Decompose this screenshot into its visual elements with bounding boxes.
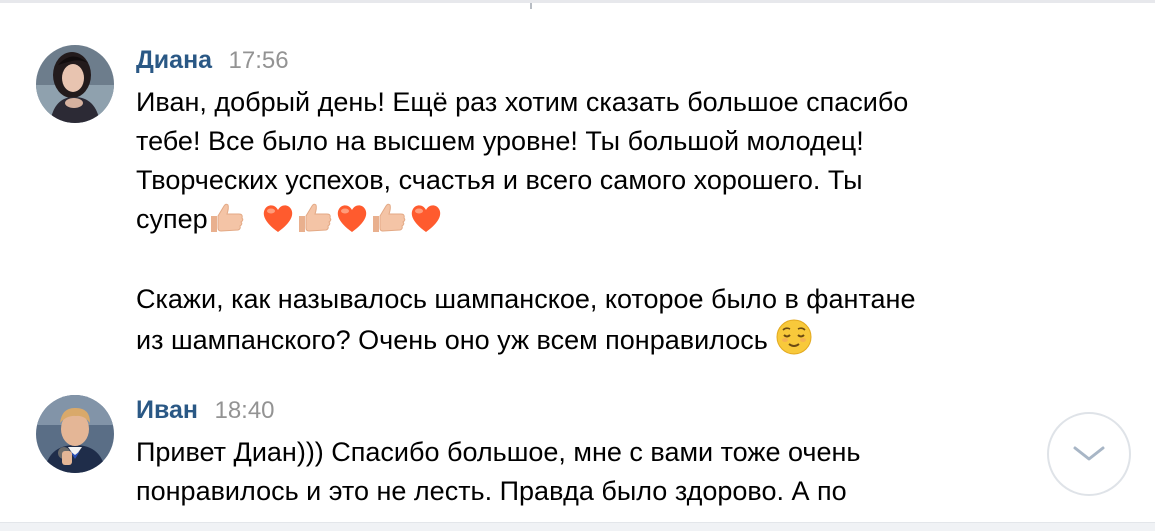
message-text: Привет Диан))) Спасибо большое, мне с ва… bbox=[136, 433, 986, 511]
message-paragraph: Скажи, как называлось шампанское, которо… bbox=[136, 280, 986, 360]
heart-icon bbox=[334, 202, 370, 234]
thumbs-up-icon bbox=[209, 202, 245, 234]
message-paragraph: Иван, добрый день! Ещё раз хотим сказать… bbox=[136, 83, 986, 239]
message-time[interactable]: 17:56 bbox=[229, 47, 289, 74]
chevron-down-icon bbox=[1073, 446, 1105, 461]
avatar[interactable] bbox=[36, 395, 114, 473]
heart-icon bbox=[260, 202, 296, 234]
scroll-down-button[interactable] bbox=[1047, 412, 1131, 496]
avatar[interactable] bbox=[36, 45, 114, 123]
thumbs-up-icon bbox=[297, 202, 333, 234]
top-divider bbox=[0, 0, 1155, 3]
text-line: супер bbox=[136, 204, 208, 234]
user-avatar-icon bbox=[36, 395, 114, 473]
text-line: Скажи, как называлось шампанское, которо… bbox=[136, 284, 916, 314]
message-time[interactable]: 18:40 bbox=[214, 397, 274, 424]
message-text: Иван, добрый день! Ещё раз хотим сказать… bbox=[136, 83, 986, 360]
text-line: понравилось и это не лесть. Правда было … bbox=[136, 476, 847, 506]
user-avatar-icon bbox=[36, 45, 114, 123]
text-line: Творческих успехов, счастья и всего само… bbox=[136, 165, 863, 195]
message-paragraph: Привет Диан))) Спасибо большое, мне с ва… bbox=[136, 433, 986, 511]
top-divider-tick bbox=[530, 3, 532, 9]
thumbs-up-icon bbox=[371, 202, 407, 234]
message-item: Иван 18:40 Привет Диан))) Спасибо большо… bbox=[36, 395, 1036, 530]
message-item: Диана 17:56 Иван, добрый день! Ещё раз х… bbox=[36, 45, 1036, 355]
text-line: Привет Диан))) Спасибо большое, мне с ва… bbox=[136, 437, 861, 467]
relieved-face-icon bbox=[776, 319, 812, 355]
heart-icon bbox=[408, 202, 444, 234]
author-name[interactable]: Диана bbox=[136, 46, 212, 74]
text-line: из шампанского? Очень оно уж всем понрав… bbox=[136, 325, 768, 355]
text-line: Иван, добрый день! Ещё раз хотим сказать… bbox=[136, 87, 909, 117]
text-line: тебе! Все было на высшем уровне! Ты боль… bbox=[136, 126, 864, 156]
author-name[interactable]: Иван bbox=[136, 396, 198, 424]
